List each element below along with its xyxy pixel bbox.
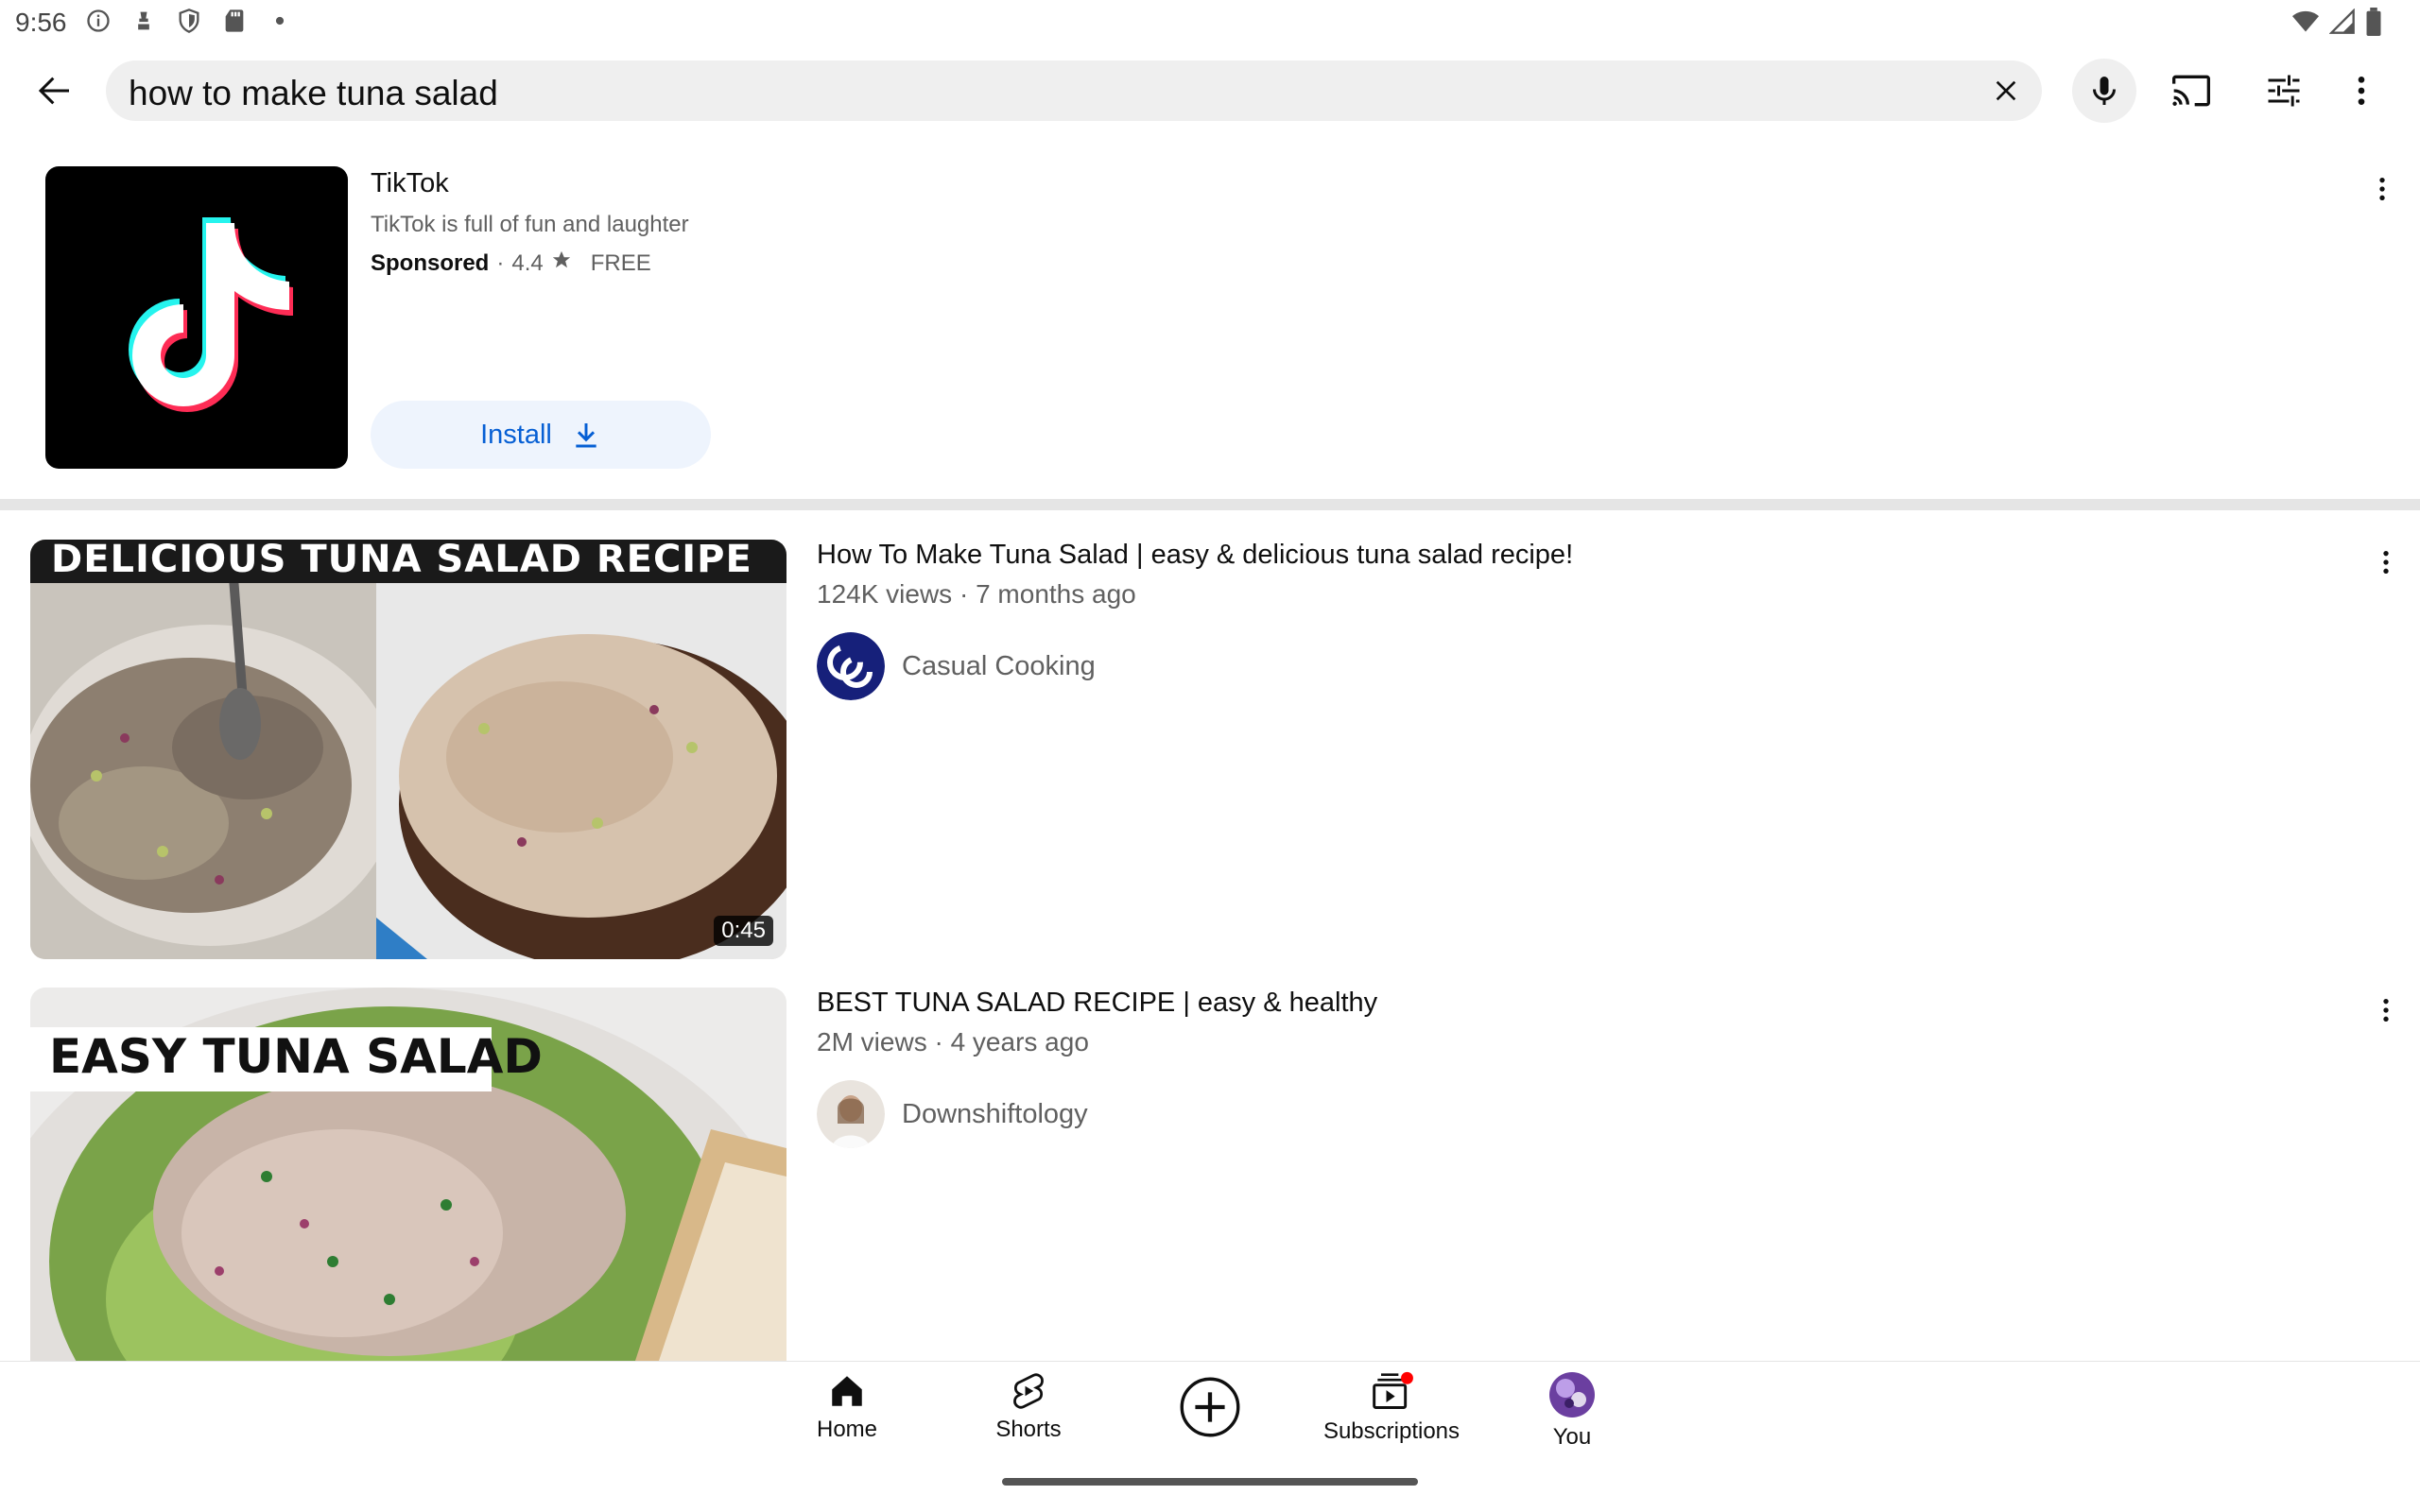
- channel-name[interactable]: Downshiftology: [902, 1099, 1088, 1130]
- clear-search-button[interactable]: [1981, 66, 2031, 115]
- cast-icon: [2172, 75, 2210, 107]
- ad-description: TikTok is full of fun and laughter: [371, 212, 689, 237]
- install-label: Install: [480, 419, 552, 450]
- video-duration: 0:45: [714, 916, 773, 946]
- avatar: [1549, 1372, 1595, 1418]
- channel-avatar[interactable]: [817, 632, 885, 700]
- more-options-button[interactable]: [2331, 60, 2392, 121]
- video-result[interactable]: EASY TUNA SALAD BEST TUNA SALAD RECIPE |…: [0, 988, 2420, 1413]
- sponsored-label: Sponsored: [371, 249, 490, 276]
- battery-icon: [2365, 8, 2382, 41]
- plus-circle-icon: [1180, 1377, 1240, 1437]
- thumbnail-caption: DELICIOUS TUNA SALAD RECIPE: [51, 540, 752, 581]
- channel[interactable]: Casual Cooking: [817, 632, 1096, 700]
- chess-piece-icon: [130, 8, 157, 39]
- section-divider: [0, 499, 2420, 510]
- microphone-icon: [2093, 77, 2116, 105]
- channel-name[interactable]: Casual Cooking: [902, 651, 1096, 682]
- video-more-button[interactable]: [2363, 540, 2409, 585]
- status-icons-left: [85, 8, 293, 39]
- download-icon: [576, 423, 596, 448]
- ad-title[interactable]: TikTok: [371, 168, 449, 199]
- nav-subscriptions-label: Subscriptions: [1322, 1418, 1461, 1444]
- video-meta: 124K views · 7 months ago: [817, 579, 1136, 609]
- sliders-icon: [2268, 75, 2300, 107]
- nav-shorts[interactable]: Shorts: [948, 1371, 1109, 1443]
- wifi-icon: [2291, 9, 2320, 40]
- search-query-text[interactable]: how to make tuna salad: [129, 74, 498, 113]
- more-vertical-icon: [2383, 551, 2389, 574]
- sponsored-app-ad[interactable]: TikTok TikTok is full of fun and laughte…: [0, 151, 2420, 491]
- shorts-icon: [1013, 1373, 1044, 1409]
- status-time: 9:56: [15, 8, 67, 37]
- thumbnail-caption: EASY TUNA SALAD: [49, 1029, 543, 1084]
- gesture-home-indicator[interactable]: [1002, 1478, 1418, 1486]
- nav-you[interactable]: You: [1492, 1371, 1652, 1451]
- bottom-navigation: Home Shorts Subscriptions You: [0, 1361, 2420, 1512]
- search-filters-button[interactable]: [2254, 60, 2314, 121]
- channel-avatar[interactable]: [817, 1080, 885, 1148]
- video-result[interactable]: DELICIOUS TUNA SALAD RECIPE 0:45 How To …: [0, 540, 2420, 965]
- video-more-button[interactable]: [2363, 988, 2409, 1033]
- home-icon: [832, 1376, 862, 1406]
- more-vertical-icon: [2383, 999, 2389, 1022]
- video-title[interactable]: How To Make Tuna Salad | easy & deliciou…: [817, 540, 1573, 571]
- cast-button[interactable]: [2161, 60, 2221, 121]
- ad-rating: 4.4: [511, 249, 544, 276]
- close-icon: [1996, 80, 2016, 101]
- channel[interactable]: Downshiftology: [817, 1080, 1088, 1148]
- arrow-left-icon: [38, 77, 69, 105]
- status-icons-right: [2291, 8, 2382, 41]
- nav-subscriptions[interactable]: Subscriptions: [1311, 1371, 1472, 1445]
- search-header: how to make tuna salad: [0, 55, 2420, 127]
- status-bar: 9:56: [0, 0, 2420, 45]
- more-vertical-icon: [2379, 178, 2385, 200]
- nav-home-label: Home: [816, 1417, 878, 1442]
- video-title[interactable]: BEST TUNA SALAD RECIPE | easy & healthy: [817, 988, 1377, 1019]
- info-icon: [85, 8, 112, 39]
- voice-search-button[interactable]: [2072, 59, 2136, 123]
- ad-more-button[interactable]: [2360, 166, 2405, 212]
- shield-icon: [176, 8, 202, 39]
- dot-icon: [267, 8, 293, 39]
- nav-you-label: You: [1552, 1424, 1592, 1450]
- nav-home[interactable]: Home: [767, 1371, 927, 1443]
- separator-dot: ·: [496, 249, 505, 276]
- sd-card-icon: [221, 8, 248, 39]
- subscriptions-icon: [1373, 1371, 1413, 1409]
- video-meta: 2M views · 4 years ago: [817, 1027, 1089, 1057]
- ad-price: FREE: [590, 249, 651, 276]
- more-vertical-icon: [2358, 77, 2365, 105]
- back-button[interactable]: [25, 60, 85, 121]
- video-thumbnail[interactable]: EASY TUNA SALAD: [30, 988, 786, 1361]
- tiktok-logo[interactable]: [45, 166, 348, 469]
- search-input[interactable]: how to make tuna salad: [106, 60, 2042, 121]
- install-button[interactable]: Install: [371, 401, 711, 469]
- create-button[interactable]: [1149, 1375, 1271, 1439]
- video-thumbnail[interactable]: DELICIOUS TUNA SALAD RECIPE 0:45: [30, 540, 786, 959]
- signal-icon: [2328, 8, 2356, 40]
- nav-shorts-label: Shorts: [995, 1417, 1062, 1442]
- ad-meta: Sponsored · 4.4 FREE: [371, 249, 651, 277]
- star-icon: [551, 249, 572, 277]
